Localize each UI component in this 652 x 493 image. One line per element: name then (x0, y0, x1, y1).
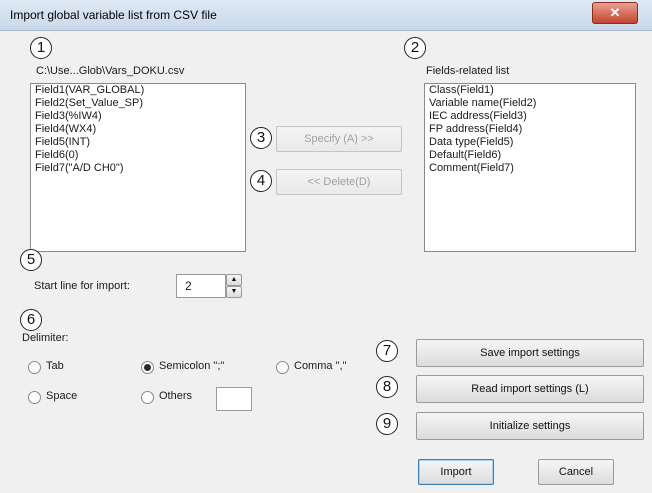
list-item[interactable]: Class(Field1) (425, 84, 635, 97)
list-item[interactable]: Field4(WX4) (31, 123, 245, 136)
read-import-settings-button[interactable]: Read import settings (L) (416, 375, 644, 403)
start-line-spinner[interactable]: ▲ ▼ (226, 274, 242, 298)
marker-6: 6 (20, 309, 42, 331)
import-button[interactable]: Import (418, 459, 494, 485)
marker-1: 1 (30, 37, 52, 59)
specify-button[interactable]: Specify (A) >> (276, 126, 402, 152)
spin-down-icon[interactable]: ▼ (226, 286, 242, 298)
csv-path-label: C:\Use...Glob\Vars_DOKU.csv (36, 65, 185, 77)
list-item[interactable]: FP address(Field4) (425, 123, 635, 136)
radio-semicolon-label: Semicolon ";" (159, 360, 225, 372)
others-input[interactable] (216, 387, 252, 411)
list-item[interactable]: Data type(Field5) (425, 136, 635, 149)
radio-space[interactable] (28, 391, 41, 404)
start-line-value: 2 (185, 279, 192, 293)
start-line-input[interactable]: 2 (176, 274, 226, 298)
marker-7: 7 (376, 340, 398, 362)
delete-button[interactable]: << Delete(D) (276, 169, 402, 195)
fields-related-label: Fields-related list (426, 65, 510, 77)
radio-space-label: Space (46, 390, 78, 402)
save-import-settings-button[interactable]: Save import settings (416, 339, 644, 367)
title-bar: Import global variable list from CSV fil… (0, 0, 652, 31)
list-item[interactable]: Field6(0) (31, 149, 245, 162)
list-item[interactable]: Field1(VAR_GLOBAL) (31, 84, 245, 97)
dialog-body: 1 C:\Use...Glob\Vars_DOKU.csv Field1(VAR… (0, 31, 652, 493)
marker-2: 2 (404, 37, 426, 59)
marker-3: 3 (250, 127, 272, 149)
initialize-settings-button[interactable]: Initialize settings (416, 412, 644, 440)
list-item[interactable]: Comment(Field7) (425, 162, 635, 175)
list-item[interactable]: Default(Field6) (425, 149, 635, 162)
radio-others[interactable] (141, 391, 154, 404)
cancel-button[interactable]: Cancel (538, 459, 614, 485)
list-item[interactable]: Field3(%IW4) (31, 110, 245, 123)
radio-semicolon[interactable] (141, 361, 154, 374)
marker-8: 8 (376, 376, 398, 398)
radio-others-label: Others (159, 390, 193, 402)
csv-fields-list[interactable]: Field1(VAR_GLOBAL) Field2(Set_Value_SP) … (30, 83, 246, 252)
fields-related-list[interactable]: Class(Field1) Variable name(Field2) IEC … (424, 83, 636, 252)
radio-comma-label: Comma "," (294, 360, 347, 372)
list-item[interactable]: Field5(INT) (31, 136, 245, 149)
start-line-label: Start line for import: (34, 280, 130, 292)
marker-5: 5 (20, 249, 42, 271)
radio-tab[interactable] (28, 361, 41, 374)
list-item[interactable]: Field7("A/D CH0") (31, 162, 245, 175)
radio-comma[interactable] (276, 361, 289, 374)
list-item[interactable]: IEC address(Field3) (425, 110, 635, 123)
delimiter-label: Delimiter: (22, 332, 69, 344)
radio-tab-label: Tab (46, 360, 64, 372)
window-title: Import global variable list from CSV fil… (10, 8, 217, 22)
list-item[interactable]: Field2(Set_Value_SP) (31, 97, 245, 110)
spin-up-icon[interactable]: ▲ (226, 274, 242, 286)
marker-9: 9 (376, 413, 398, 435)
close-button[interactable]: ✕ (592, 2, 638, 24)
list-item[interactable]: Variable name(Field2) (425, 97, 635, 110)
marker-4: 4 (250, 170, 272, 192)
